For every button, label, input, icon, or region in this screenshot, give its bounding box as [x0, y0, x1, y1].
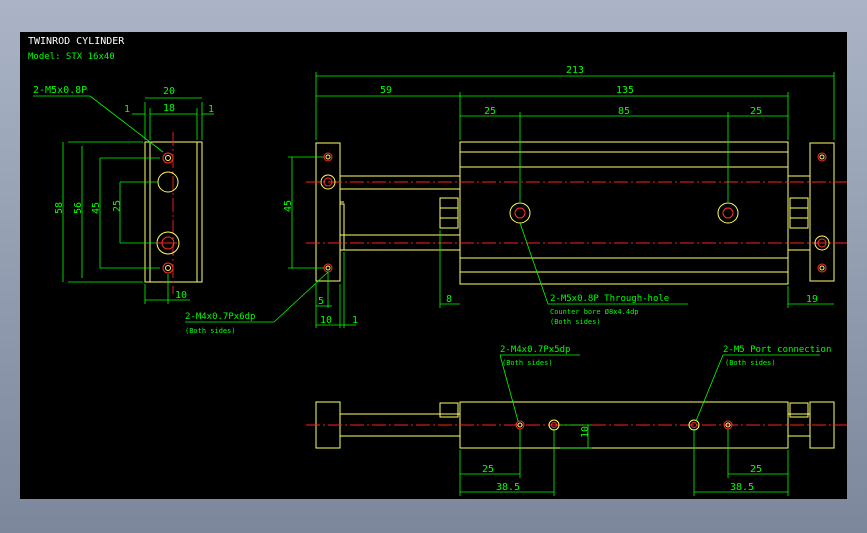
dim-height-56: 56: [73, 202, 84, 214]
dim-right-length: 135: [616, 85, 634, 96]
note-port-2: (Both sides): [725, 359, 776, 367]
bottom-view-dimensions: 25 38.5 25 38.5 10 2-M4x0.7Px5dp (Both s…: [459, 345, 831, 496]
end-hole-top: [162, 152, 174, 164]
note-m4-bottom-1: 2-M4x0.7Px5dp: [500, 345, 570, 355]
note-m5-left: 2-M5x0.8P: [33, 85, 87, 96]
end-hole-bottom: [162, 262, 174, 274]
side-view-dimensions: 213 59 135 25 85 25 45 5 10 1 8 19 2-M4x…: [185, 65, 835, 335]
dim-inner-width: 18: [163, 103, 175, 114]
dim-height-25: 25: [112, 200, 123, 212]
note-m5-through-3: (Both sides): [550, 318, 601, 326]
side-view: [306, 141, 847, 285]
bushing-right: [789, 197, 809, 229]
dim-seg-85: 85: [618, 106, 630, 117]
dim-margin-left: 1: [124, 104, 130, 115]
bushing-left: [439, 197, 459, 229]
dim-seg-25a: 25: [484, 106, 496, 117]
model-label: Model: STX 16x40: [28, 52, 115, 62]
through-hole-right: [717, 202, 739, 224]
dim-total-length: 213: [566, 65, 584, 76]
through-hole-left: [509, 202, 531, 224]
end-view: [144, 132, 203, 294]
note-m5-through-1: 2-M5x0.8P Through-hole: [550, 294, 669, 304]
dim-bot-10: 10: [580, 426, 591, 438]
end-rod-top: [157, 171, 179, 193]
note-m4-bottom-2: (Both sides): [502, 359, 553, 367]
dim-bot-38a: 38.5: [496, 482, 520, 493]
note-port-1: 2-M5 Port connection: [723, 345, 831, 355]
cad-drawing: TWINROD CYLINDER Model: STX 16x40 20 18 …: [28, 36, 847, 496]
note-m4-side-2: (Both sides): [185, 327, 236, 335]
end-hole-top-inner: [165, 155, 171, 161]
dim-side-8: 8: [446, 294, 452, 305]
dim-end-width: 20: [163, 86, 175, 97]
dim-bottom-10: 10: [175, 290, 187, 301]
dim-side-5: 5: [318, 296, 324, 307]
note-m4-side-1: 2-M4x0.7Px6dp: [185, 312, 255, 322]
dim-side-19: 19: [806, 294, 818, 305]
dim-left-length: 59: [380, 85, 392, 96]
end-plate-outline: [144, 141, 203, 283]
drawing-title: TWINROD CYLINDER: [28, 36, 125, 47]
side-left-plate: [315, 142, 341, 282]
dim-height-58: 58: [54, 202, 65, 214]
end-hole-bottom-inner: [165, 265, 171, 271]
dim-height-45-side: 45: [283, 200, 294, 212]
end-view-dimensions: 20 18 1 1 58 56 45 25 10 2-M5x0.8P: [33, 85, 214, 304]
cylinder-body: [459, 141, 789, 285]
dim-side-10: 10: [320, 315, 332, 326]
dim-bot-38b: 38.5: [730, 482, 754, 493]
dim-bot-25b: 25: [750, 464, 762, 475]
dim-side-1: 1: [352, 315, 358, 326]
dim-bot-25a: 25: [482, 464, 494, 475]
side-right-plate: [809, 142, 835, 282]
note-m5-through-2: Counter bore Ø8x4.4dp: [550, 308, 639, 316]
dim-margin-right: 1: [208, 104, 214, 115]
cad-window: TWINROD CYLINDER Model: STX 16x40 20 18 …: [0, 0, 867, 533]
drawing-canvas[interactable]: TWINROD CYLINDER Model: STX 16x40 20 18 …: [20, 32, 847, 499]
dim-seg-25b: 25: [750, 106, 762, 117]
dim-height-45-end: 45: [91, 202, 102, 214]
